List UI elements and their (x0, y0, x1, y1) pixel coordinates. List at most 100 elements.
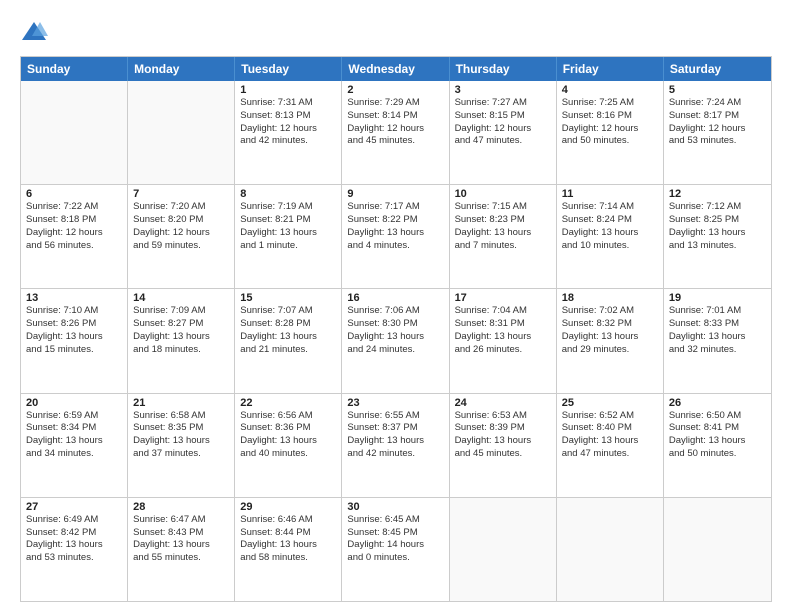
calendar-cell: 11Sunrise: 7:14 AMSunset: 8:24 PMDayligh… (557, 185, 664, 288)
cell-info-line: and 40 minutes. (240, 448, 336, 461)
day-number: 4 (562, 84, 658, 96)
calendar-cell: 17Sunrise: 7:04 AMSunset: 8:31 PMDayligh… (450, 289, 557, 392)
cell-info-line: Daylight: 12 hours (669, 123, 766, 136)
cell-info-line: Daylight: 13 hours (240, 539, 336, 552)
calendar-cell: 26Sunrise: 6:50 AMSunset: 8:41 PMDayligh… (664, 394, 771, 497)
cell-info-line: Sunrise: 7:09 AM (133, 305, 229, 318)
cell-info-line: Sunrise: 6:58 AM (133, 410, 229, 423)
cell-info-line: Sunset: 8:40 PM (562, 422, 658, 435)
cell-info-line: Sunrise: 6:53 AM (455, 410, 551, 423)
cell-info-line: and 58 minutes. (240, 552, 336, 565)
cell-info-line: Sunset: 8:20 PM (133, 214, 229, 227)
calendar-cell: 18Sunrise: 7:02 AMSunset: 8:32 PMDayligh… (557, 289, 664, 392)
day-number: 5 (669, 84, 766, 96)
day-number: 10 (455, 188, 551, 200)
cell-info-line: and 47 minutes. (562, 448, 658, 461)
day-number: 1 (240, 84, 336, 96)
cell-info-line: and 50 minutes. (562, 135, 658, 148)
day-number: 7 (133, 188, 229, 200)
cell-info-line: Sunset: 8:44 PM (240, 527, 336, 540)
day-number: 24 (455, 397, 551, 409)
cell-info-line: Sunset: 8:17 PM (669, 110, 766, 123)
cell-info-line: and 10 minutes. (562, 240, 658, 253)
calendar-cell: 3Sunrise: 7:27 AMSunset: 8:15 PMDaylight… (450, 81, 557, 184)
logo-icon (20, 18, 48, 46)
cell-info-line: Daylight: 13 hours (133, 331, 229, 344)
calendar-cell: 4Sunrise: 7:25 AMSunset: 8:16 PMDaylight… (557, 81, 664, 184)
header-cell-tuesday: Tuesday (235, 57, 342, 81)
day-number: 22 (240, 397, 336, 409)
day-number: 26 (669, 397, 766, 409)
calendar-cell (557, 498, 664, 601)
calendar-cell: 19Sunrise: 7:01 AMSunset: 8:33 PMDayligh… (664, 289, 771, 392)
cell-info-line: Daylight: 13 hours (669, 331, 766, 344)
cell-info-line: Sunset: 8:30 PM (347, 318, 443, 331)
cell-info-line: Daylight: 13 hours (133, 435, 229, 448)
day-number: 3 (455, 84, 551, 96)
day-number: 21 (133, 397, 229, 409)
calendar: SundayMondayTuesdayWednesdayThursdayFrid… (20, 56, 772, 602)
day-number: 12 (669, 188, 766, 200)
day-number: 2 (347, 84, 443, 96)
cell-info-line: Sunset: 8:14 PM (347, 110, 443, 123)
cell-info-line: Daylight: 12 hours (240, 123, 336, 136)
calendar-cell: 28Sunrise: 6:47 AMSunset: 8:43 PMDayligh… (128, 498, 235, 601)
cell-info-line: Sunset: 8:45 PM (347, 527, 443, 540)
cell-info-line: and 56 minutes. (26, 240, 122, 253)
cell-info-line: and 18 minutes. (133, 344, 229, 357)
day-number: 20 (26, 397, 122, 409)
day-number: 15 (240, 292, 336, 304)
cell-info-line: Daylight: 13 hours (562, 227, 658, 240)
cell-info-line: Sunset: 8:22 PM (347, 214, 443, 227)
page: SundayMondayTuesdayWednesdayThursdayFrid… (0, 0, 792, 612)
cell-info-line: Sunrise: 7:06 AM (347, 305, 443, 318)
calendar-row-2: 13Sunrise: 7:10 AMSunset: 8:26 PMDayligh… (21, 288, 771, 392)
calendar-cell: 1Sunrise: 7:31 AMSunset: 8:13 PMDaylight… (235, 81, 342, 184)
cell-info-line: Sunset: 8:43 PM (133, 527, 229, 540)
cell-info-line: Sunrise: 6:50 AM (669, 410, 766, 423)
cell-info-line: Daylight: 13 hours (133, 539, 229, 552)
cell-info-line: Daylight: 12 hours (133, 227, 229, 240)
cell-info-line: Daylight: 13 hours (240, 435, 336, 448)
cell-info-line: Sunset: 8:23 PM (455, 214, 551, 227)
calendar-cell: 10Sunrise: 7:15 AMSunset: 8:23 PMDayligh… (450, 185, 557, 288)
cell-info-line: Daylight: 13 hours (240, 331, 336, 344)
cell-info-line: Sunrise: 7:27 AM (455, 97, 551, 110)
cell-info-line: and 7 minutes. (455, 240, 551, 253)
day-number: 17 (455, 292, 551, 304)
cell-info-line: and 29 minutes. (562, 344, 658, 357)
calendar-cell: 14Sunrise: 7:09 AMSunset: 8:27 PMDayligh… (128, 289, 235, 392)
cell-info-line: Sunrise: 7:29 AM (347, 97, 443, 110)
cell-info-line: Sunset: 8:16 PM (562, 110, 658, 123)
cell-info-line: Daylight: 14 hours (347, 539, 443, 552)
cell-info-line: Sunset: 8:42 PM (26, 527, 122, 540)
cell-info-line: and 55 minutes. (133, 552, 229, 565)
day-number: 27 (26, 501, 122, 513)
cell-info-line: Sunrise: 7:24 AM (669, 97, 766, 110)
header (20, 18, 772, 46)
day-number: 13 (26, 292, 122, 304)
cell-info-line: Daylight: 13 hours (347, 227, 443, 240)
cell-info-line: Daylight: 12 hours (562, 123, 658, 136)
cell-info-line: Sunrise: 6:45 AM (347, 514, 443, 527)
calendar-cell (664, 498, 771, 601)
day-number: 30 (347, 501, 443, 513)
calendar-cell: 24Sunrise: 6:53 AMSunset: 8:39 PMDayligh… (450, 394, 557, 497)
cell-info-line: Sunrise: 6:55 AM (347, 410, 443, 423)
header-cell-monday: Monday (128, 57, 235, 81)
cell-info-line: and 34 minutes. (26, 448, 122, 461)
calendar-cell: 16Sunrise: 7:06 AMSunset: 8:30 PMDayligh… (342, 289, 449, 392)
cell-info-line: and 45 minutes. (455, 448, 551, 461)
day-number: 19 (669, 292, 766, 304)
calendar-cell: 6Sunrise: 7:22 AMSunset: 8:18 PMDaylight… (21, 185, 128, 288)
day-number: 29 (240, 501, 336, 513)
cell-info-line: and 0 minutes. (347, 552, 443, 565)
cell-info-line: Daylight: 13 hours (26, 435, 122, 448)
cell-info-line: Daylight: 13 hours (26, 331, 122, 344)
day-number: 23 (347, 397, 443, 409)
cell-info-line: Sunset: 8:25 PM (669, 214, 766, 227)
calendar-row-0: 1Sunrise: 7:31 AMSunset: 8:13 PMDaylight… (21, 81, 771, 184)
calendar-cell: 5Sunrise: 7:24 AMSunset: 8:17 PMDaylight… (664, 81, 771, 184)
cell-info-line: and 37 minutes. (133, 448, 229, 461)
cell-info-line: Daylight: 13 hours (562, 331, 658, 344)
